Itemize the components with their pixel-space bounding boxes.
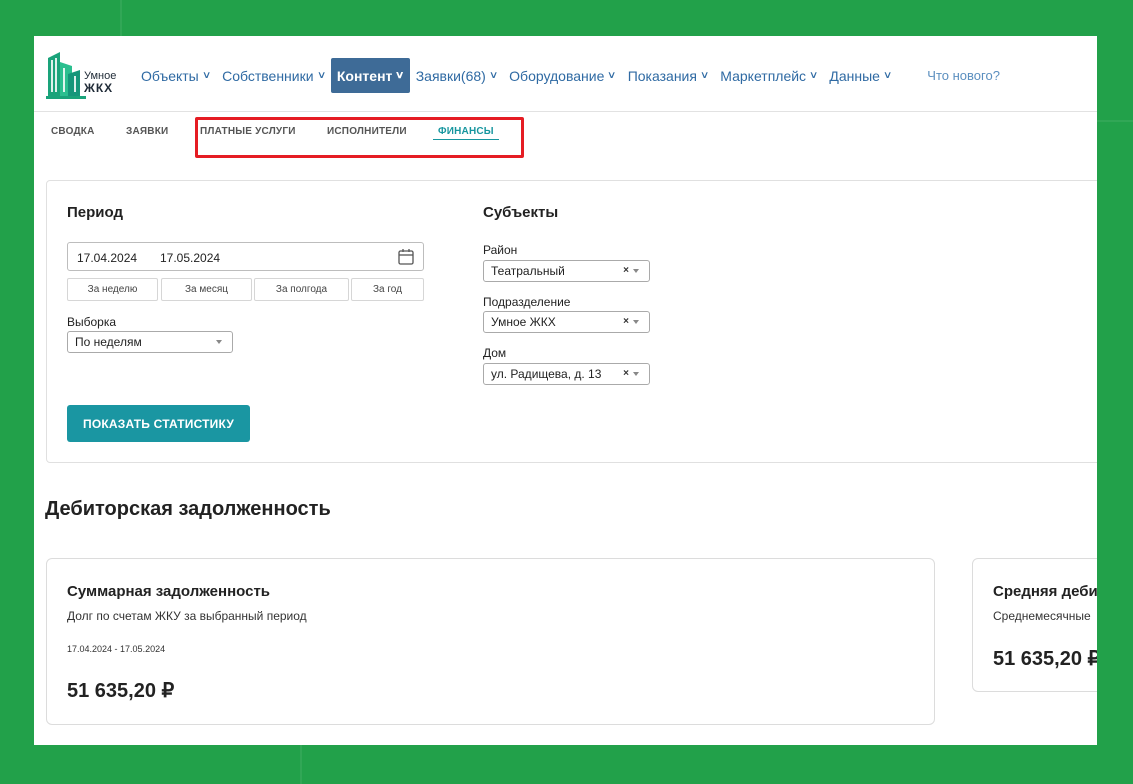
whats-new-link[interactable]: Что нового? — [921, 58, 1006, 93]
house-select[interactable]: ул. Радищева, д. 13 × — [483, 363, 650, 385]
card-subtitle: Среднемесячные — [993, 609, 1091, 623]
chevron-down-icon: ∨ — [882, 70, 893, 81]
nav-item-equipment[interactable]: Оборудование ∨ — [503, 58, 622, 93]
range-month-button[interactable]: За месяц — [161, 278, 252, 301]
nav-label: Собственники — [222, 67, 314, 84]
date-to: 17.05.2024 — [160, 251, 221, 265]
calendar-icon[interactable] — [398, 248, 414, 265]
division-value: Умное ЖКХ — [491, 315, 556, 329]
clear-icon[interactable]: × — [623, 368, 629, 379]
district-select[interactable]: Театральный × — [483, 260, 650, 282]
nav-label: Оборудование — [509, 67, 605, 84]
date-range-input[interactable]: 17.04.2024 17.05.2024 — [67, 242, 424, 271]
highlight-annotation — [195, 117, 524, 158]
tab-requests[interactable]: Заявки — [126, 126, 168, 137]
card-subtitle: Долг по счетам ЖКУ за выбранный период — [67, 609, 307, 623]
chevron-down-icon: ∨ — [699, 70, 710, 81]
nav-item-marketplace[interactable]: Маркетплейс ∨ — [714, 58, 823, 93]
nav-label: Показания — [627, 67, 697, 84]
card-value: 51 635,20 ₽ — [993, 648, 1097, 670]
nav-label: Маркетплейс — [720, 67, 807, 84]
period-title: Период — [67, 204, 123, 221]
chevron-down-icon: ∨ — [201, 70, 212, 81]
clear-icon[interactable]: × — [623, 265, 629, 276]
card-value: 51 635,20 ₽ — [67, 680, 175, 702]
sample-select[interactable]: По неделям — [67, 331, 233, 353]
top-header: Умное ЖКХ Объекты ∨ Собственники ∨ Контент… — [34, 36, 1097, 112]
card-title: Суммарная задолженность — [67, 583, 271, 600]
dropdown-arrow-icon — [633, 320, 639, 324]
background-line — [120, 0, 122, 36]
nav-label: Контент — [336, 67, 393, 84]
house-label: Дом — [483, 346, 507, 360]
average-debt-card: Средняя деби Среднемесячные 51 635,20 ₽ — [972, 558, 1097, 692]
nav-item-requests[interactable]: Заявки(68) ∨ — [410, 58, 503, 93]
background-line — [300, 745, 302, 784]
range-year-button[interactable]: За год — [351, 278, 424, 301]
total-debt-card: Суммарная задолженность Долг по счетам Ж… — [46, 558, 935, 725]
nav-item-data[interactable]: Данные ∨ — [823, 58, 897, 93]
dropdown-arrow-icon — [633, 269, 639, 273]
brand-line2: ЖКХ — [84, 81, 114, 95]
nav-label: Данные — [829, 67, 880, 84]
range-week-button[interactable]: За неделю — [67, 278, 158, 301]
chevron-down-icon: ∨ — [395, 70, 405, 81]
tab-summary[interactable]: Сводка — [51, 126, 95, 137]
district-label: Район — [483, 243, 518, 257]
subjects-title: Субъекты — [483, 204, 559, 221]
card-title: Средняя деби — [993, 583, 1097, 600]
date-from: 17.04.2024 — [77, 251, 138, 265]
range-halfyear-button[interactable]: За полгода — [254, 278, 349, 301]
receivables-title: Дебиторская задолженность — [45, 498, 331, 520]
show-statistics-button[interactable]: ПОКАЗАТЬ СТАТИСТИКУ — [67, 405, 250, 442]
brand-logo[interactable]: Умное ЖКХ — [46, 50, 130, 100]
house-value: ул. Радищева, д. 13 — [491, 367, 602, 381]
app-window: Умное ЖКХ Объекты ∨ Собственники ∨ Контент… — [34, 36, 1097, 745]
dropdown-arrow-icon — [216, 340, 222, 344]
nav-label: Объекты — [141, 67, 199, 84]
division-select[interactable]: Умное ЖКХ × — [483, 311, 650, 333]
clear-icon[interactable]: × — [623, 316, 629, 327]
sample-value: По неделям — [75, 335, 142, 349]
chevron-down-icon: ∨ — [607, 70, 617, 81]
chevron-down-icon: ∨ — [316, 70, 326, 81]
division-label: Подразделение — [483, 295, 571, 309]
main-nav: Объекты ∨ Собственники ∨ Контент ∨ Заявки(6… — [135, 58, 1006, 93]
sample-label: Выборка — [67, 315, 117, 329]
nav-item-content[interactable]: Контент ∨ — [330, 58, 410, 93]
buildings-logo-icon — [46, 52, 86, 99]
card-period: 17.04.2024 - 17.05.2024 — [67, 644, 166, 654]
brand-name: Умное ЖКХ — [84, 70, 116, 94]
district-value: Театральный — [491, 264, 565, 278]
nav-label: Заявки(68) — [415, 67, 486, 84]
nav-item-owners[interactable]: Собственники ∨ — [216, 58, 331, 93]
dropdown-arrow-icon — [633, 372, 639, 376]
filter-panel: Период 17.04.2024 17.05.2024 За неделю З… — [46, 180, 1097, 463]
chevron-down-icon: ∨ — [808, 70, 819, 81]
nav-item-objects[interactable]: Объекты ∨ — [135, 58, 216, 93]
nav-item-readings[interactable]: Показания ∨ — [622, 58, 715, 93]
chevron-down-icon: ∨ — [488, 70, 499, 81]
background-line — [1097, 120, 1133, 122]
